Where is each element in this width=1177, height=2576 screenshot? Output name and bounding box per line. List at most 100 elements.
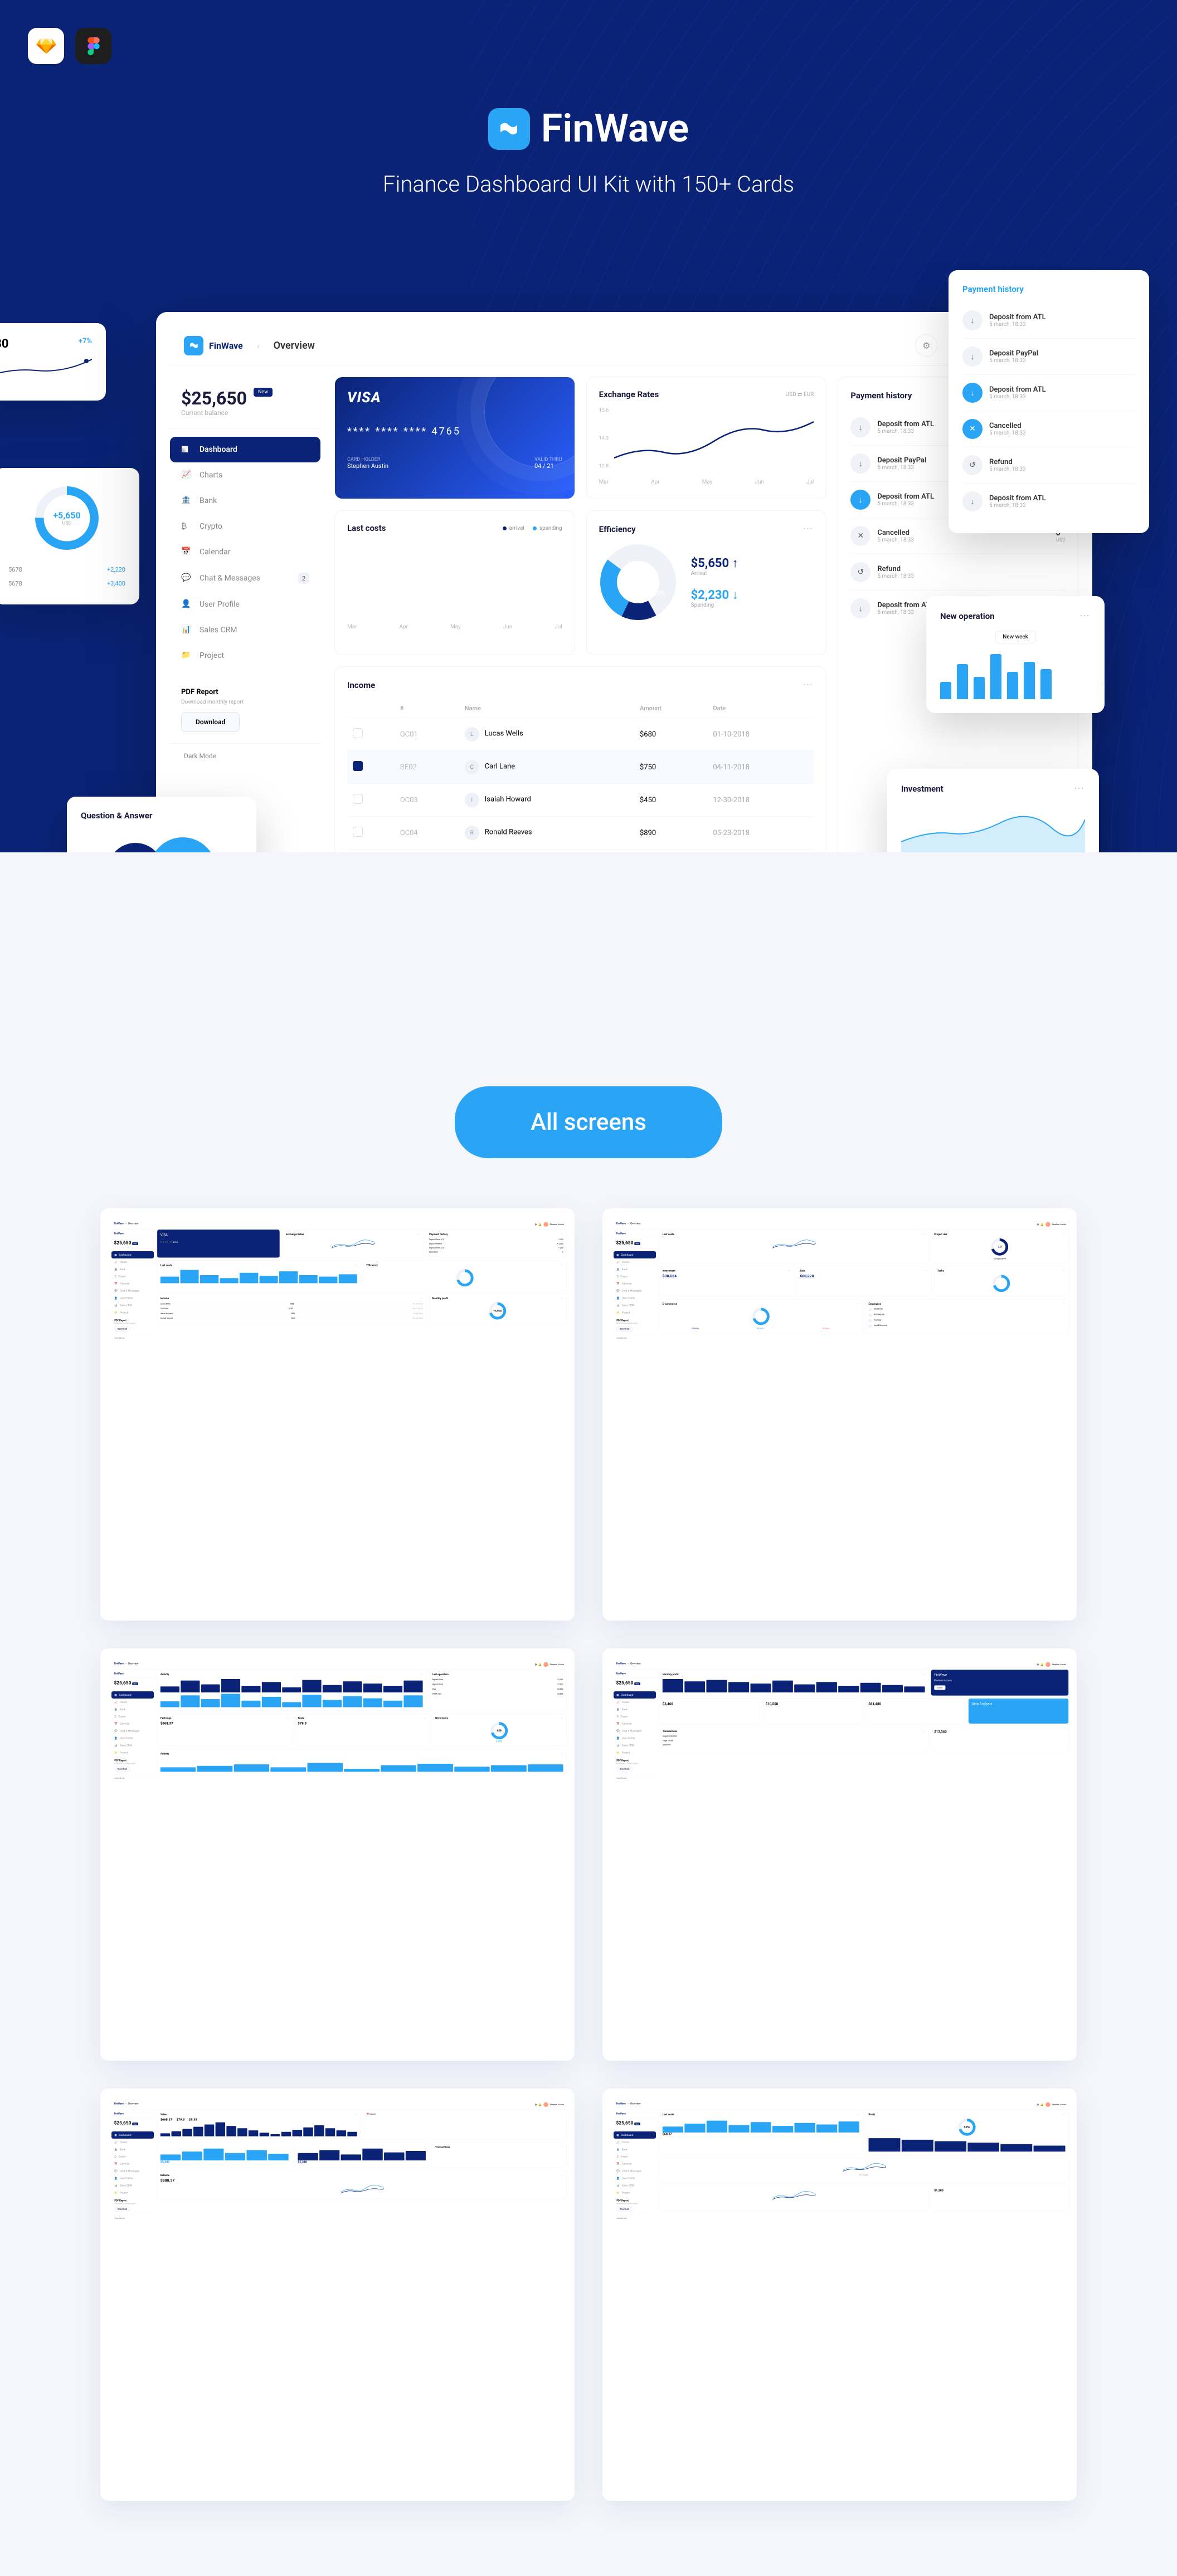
nav-item[interactable]: 📈Charts [111,2139,154,2146]
nav-item[interactable]: 📈Charts [614,2139,656,2146]
nav-item[interactable]: ₿Crypto [111,2153,154,2160]
nav-item[interactable]: 📈Charts [614,1699,656,1706]
nav-item[interactable]: 📅Calendar [111,1720,154,1728]
download-button[interactable]: Download [114,1767,130,1772]
download-button[interactable]: Download [114,1326,130,1332]
more-icon[interactable]: ⋯ [802,679,814,691]
nav-item[interactable]: ▦Dashboard [614,1251,656,1258]
checkbox[interactable] [353,794,363,804]
nav-item[interactable]: ▦Dashboard [111,2131,154,2139]
nav-item-user-profile[interactable]: 👤User Profile [170,592,320,617]
nav-item[interactable]: 📊Sales CRM [614,1301,656,1309]
nav-item[interactable]: 📈Charts [111,1258,154,1266]
nav-item[interactable]: ₿Crypto [111,1273,154,1280]
nav-item[interactable]: 👤User Profile [111,1735,154,1742]
nav-item[interactable]: ▦Dashboard [111,1251,154,1258]
nav-item[interactable]: 👤User Profile [111,2175,154,2182]
nav-item[interactable]: 💬Chat & Messages [111,2168,154,2175]
thumbnail-3[interactable]: FinWave ‹ Overview⚙🔔Stephen AustinFinWav… [100,1648,575,2061]
nav-item-crypto[interactable]: ₿Crypto [170,514,320,539]
nav-item[interactable]: 📊Sales CRM [111,1301,154,1309]
nav-item[interactable]: 💬Chat & Messages [614,1728,656,1735]
thumbnail-5[interactable]: FinWave ‹ Overview⚙🔔Stephen AustinFinWav… [100,2089,575,2501]
nav-item[interactable]: ₿Crypto [614,1713,656,1720]
table-row[interactable]: OC05BBobby Holt$12006-07-2018 [347,850,814,853]
payment-row[interactable]: ✕Cancelled5 march, 18:33 [962,411,1135,447]
payment-row[interactable]: ↺Refund5 march, 18:33 [850,554,1066,591]
download-button[interactable]: Download [616,2207,632,2212]
nav-item[interactable]: 📁Project [614,2189,656,2196]
credit-card[interactable]: VISA **** **** **** 4765 CARD HOLDERStep… [334,377,575,499]
nav-item[interactable]: 📅Calendar [111,1280,154,1287]
nav-item[interactable]: 📅Calendar [614,1280,656,1287]
thumbnail-4[interactable]: FinWave ‹ Overview⚙🔔Stephen AustinFinWav… [602,1648,1077,2061]
nav-item[interactable]: 🏦Bank [111,2146,154,2153]
nav-item[interactable]: 📁Project [111,1309,154,1316]
thumbnail-1[interactable]: FinWave ‹ Overview⚙🔔Stephen AustinFinWav… [100,1208,575,1621]
nav-item[interactable]: 📈Charts [111,1699,154,1706]
nav-item[interactable]: ▦Dashboard [614,1691,656,1699]
nav-item-chat-messages[interactable]: 💬Chat & Messages2 [170,565,320,592]
nav-item[interactable]: 🏦Bank [111,1266,154,1273]
nav-item-calendar[interactable]: 📅Calendar [170,539,320,565]
nav-item[interactable]: 📊Sales CRM [614,2182,656,2189]
nav-item[interactable]: ₿Crypto [614,1273,656,1280]
payment-row[interactable]: ↓Deposit PayPal5 march, 18:33 [962,339,1135,375]
payment-row[interactable]: ↓Deposit from ATL5 march, 18:33 [962,303,1135,339]
nav-item[interactable]: 👤User Profile [614,1735,656,1742]
nav-item[interactable]: 👤User Profile [111,1295,154,1302]
nav-item[interactable]: 🏦Bank [614,1706,656,1713]
download-button[interactable]: Download [181,712,240,732]
more-icon[interactable]: ⋯ [802,523,814,535]
download-button[interactable]: Download [616,1326,632,1332]
nav-item-sales-crm[interactable]: 📊Sales CRM [170,617,320,643]
more-icon[interactable]: ⋯ [1079,610,1091,622]
chevron-left-icon[interactable]: ‹ [257,340,260,351]
checkbox[interactable] [353,827,363,837]
nav-item-bank[interactable]: 🏦Bank [170,488,320,514]
nav-item-dashboard[interactable]: ▦Dashboard [170,437,320,462]
nav-item[interactable]: 🏦Bank [614,1266,656,1273]
nav-item[interactable]: ₿Crypto [111,1713,154,1720]
payment-row[interactable]: ↓Deposit from ATL5 march, 18:33 [962,375,1135,411]
nav-item[interactable]: 📅Calendar [614,2160,656,2168]
nav-item[interactable]: 📅Calendar [614,1720,656,1728]
checkbox[interactable] [353,728,363,738]
nav-item-project[interactable]: 📁Project [170,643,320,669]
more-icon[interactable]: ⋯ [1074,783,1085,794]
nav-item[interactable]: 👤User Profile [614,1295,656,1302]
thumbnail-6[interactable]: FinWave ‹ Overview⚙🔔Stephen AustinFinWav… [602,2089,1077,2501]
settings-icon[interactable]: ⚙ [915,334,937,357]
download-button[interactable]: Download [114,2207,130,2212]
nav-item[interactable]: 📁Project [111,1749,154,1756]
nav-item[interactable]: ₿Crypto [614,2153,656,2160]
nav-item[interactable]: 📁Project [614,1749,656,1756]
payment-row[interactable]: ↺Refund5 march, 18:33 [962,447,1135,484]
nav-item[interactable]: 🏦Bank [614,2146,656,2153]
nav-item-charts[interactable]: 📈Charts [170,462,320,488]
nav-item[interactable]: 📁Project [614,1309,656,1316]
nav-item[interactable]: 💬Chat & Messages [614,1287,656,1295]
nav-item[interactable]: 🏦Bank [111,1706,154,1713]
nav-item[interactable]: 📊Sales CRM [111,1741,154,1749]
payment-row[interactable]: ↓Deposit from ATL5 march, 18:33 [962,484,1135,519]
nav-item[interactable]: 📁Project [111,2189,154,2196]
nav-item[interactable]: 📊Sales CRM [614,1741,656,1749]
dark-mode-toggle[interactable]: Dark Mode [170,743,320,768]
nav-item[interactable]: 📅Calendar [111,2160,154,2168]
nav-item[interactable]: 📊Sales CRM [111,2182,154,2189]
table-row[interactable]: OC04RRonald Reeves$89005-23-2018 [347,817,814,850]
download-button[interactable]: Download [616,1767,632,1772]
nav-item[interactable]: ▦Dashboard [111,1691,154,1699]
thumbnail-2[interactable]: FinWave ‹ Overview⚙🔔Stephen AustinFinWav… [602,1208,1077,1621]
nav-item[interactable]: 💬Chat & Messages [111,1728,154,1735]
dashboard-brand[interactable]: FinWave [184,336,243,355]
all-screens-button[interactable]: All screens [455,1086,722,1158]
nav-item[interactable]: 📈Charts [614,1258,656,1266]
checkbox[interactable] [353,761,363,771]
nav-item[interactable]: ▦Dashboard [614,2131,656,2139]
tab-label[interactable]: New week [995,631,1035,643]
nav-item[interactable]: 💬Chat & Messages [614,2168,656,2175]
table-row[interactable]: BE02CCarl Lane$75004-11-2018 [347,751,814,784]
nav-item[interactable]: 👤User Profile [614,2175,656,2182]
